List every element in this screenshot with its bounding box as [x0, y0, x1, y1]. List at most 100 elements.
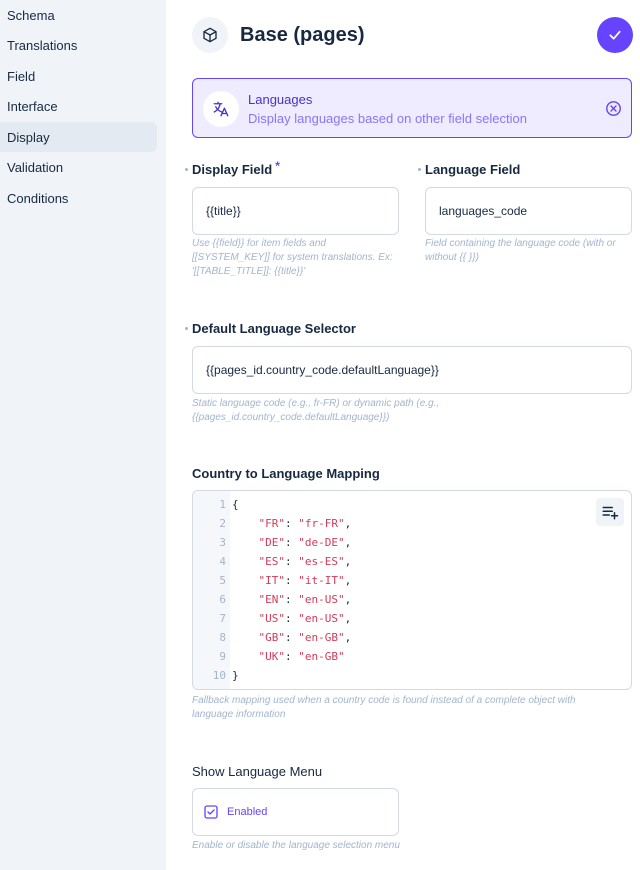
- json-value: "en-US": [298, 593, 345, 606]
- json-comma: ,: [344, 555, 352, 568]
- language-field-label-text: Language Field: [425, 162, 521, 177]
- notice-description: Display languages based on other field s…: [248, 111, 527, 126]
- checkbox-checked-icon: [203, 804, 219, 820]
- display-field-label: Display Field *: [185, 158, 280, 177]
- field-dot: [185, 327, 188, 330]
- checkbox-label: Enabled: [227, 806, 268, 818]
- json-value: "de-DE": [298, 536, 345, 549]
- json-value: "es-ES": [298, 555, 345, 568]
- sidebar-item-schema[interactable]: Schema: [0, 0, 157, 30]
- code-line: 5 "IT": "it-IT",: [193, 571, 631, 590]
- json-value: "fr-FR": [298, 517, 345, 530]
- sidebar-item-interface[interactable]: Interface: [0, 91, 157, 121]
- default-language-input[interactable]: [192, 346, 632, 394]
- sidebar-item-validation[interactable]: Validation: [0, 152, 157, 182]
- display-field-label-text: Display Field: [192, 162, 273, 177]
- language-field-label: Language Field: [418, 162, 521, 177]
- line-code: "ES": "es-ES",: [258, 555, 352, 568]
- sidebar-item-translations[interactable]: Translations: [0, 30, 157, 60]
- cube-icon: [192, 17, 228, 53]
- json-comma: ,: [344, 612, 352, 625]
- sidebar-item-conditions[interactable]: Conditions: [0, 183, 157, 213]
- line-code: "US": "en-US",: [258, 612, 352, 625]
- interface-notice: Languages Display languages based on oth…: [192, 78, 632, 138]
- field-dot: [185, 168, 188, 171]
- line-code: "IT": "it-IT",: [258, 574, 352, 587]
- json-key: "ES": [258, 555, 286, 568]
- check-icon: [607, 27, 623, 43]
- line-code: {: [232, 498, 239, 511]
- display-field-hint: Use {{field}} for item fields and [[SYST…: [192, 238, 393, 277]
- json-value: "en-US": [298, 612, 345, 625]
- line-number: 1: [219, 498, 226, 511]
- sidebar-item-label: Schema: [7, 7, 55, 23]
- code-line: 6 "EN": "en-US",: [193, 590, 631, 609]
- line-number: 5: [219, 574, 226, 587]
- language-field-input[interactable]: [425, 187, 632, 235]
- code-editor[interactable]: 1{2 "FR": "fr-FR", 3 "DE": "de-DE", 4 "ES"…: [192, 490, 632, 690]
- line-number: 8: [219, 631, 226, 644]
- json-key: "FR": [258, 517, 286, 530]
- show-language-menu-checkbox[interactable]: Enabled: [192, 788, 399, 836]
- json-key: "US": [258, 612, 286, 625]
- code-line: 7 "US": "en-US",: [193, 609, 631, 628]
- translate-icon: [203, 91, 239, 127]
- show-language-menu-label: Show Language Menu: [192, 764, 322, 779]
- line-number: 9: [219, 650, 226, 663]
- json-value: "en-GB": [298, 650, 345, 663]
- code-line: 10}: [193, 666, 631, 685]
- json-comma: ,: [344, 536, 352, 549]
- json-key: "DE": [258, 536, 286, 549]
- sidebar-nav: Schema Translations Field Interface Disp…: [0, 0, 166, 870]
- line-code: }: [232, 669, 239, 682]
- json-comma: ,: [344, 517, 352, 530]
- sidebar-item-label: Translations: [7, 37, 78, 53]
- json-value: "it-IT": [298, 574, 345, 587]
- sidebar-item-label: Validation: [7, 159, 64, 175]
- json-comma: ,: [344, 574, 352, 587]
- default-language-label: Default Language Selector: [185, 321, 356, 336]
- sidebar-item-label: Conditions: [7, 190, 69, 206]
- code-line: 2 "FR": "fr-FR",: [193, 514, 631, 533]
- json-key: "GB": [258, 631, 286, 644]
- sidebar-item-label: Interface: [7, 98, 58, 114]
- line-number: 3: [219, 536, 226, 549]
- country-mapping-label-text: Country to Language Mapping: [192, 466, 380, 481]
- show-language-menu-hint: Enable or disable the language selection…: [192, 840, 400, 851]
- sidebar-item-display[interactable]: Display: [0, 122, 157, 152]
- close-icon[interactable]: [604, 99, 622, 117]
- required-mark: *: [275, 158, 280, 173]
- line-code: "FR": "fr-FR",: [258, 517, 352, 530]
- field-dot: [418, 168, 421, 171]
- json-key: "IT": [258, 574, 286, 587]
- sidebar-item-label: Display: [7, 129, 50, 145]
- notice-title: Languages: [248, 92, 313, 107]
- line-code: "DE": "de-DE",: [258, 536, 352, 549]
- show-language-menu-label-text: Show Language Menu: [192, 764, 323, 779]
- code-line: 4 "ES": "es-ES",: [193, 552, 631, 571]
- sidebar-item-field[interactable]: Field: [0, 61, 157, 91]
- code-line: 1{: [193, 495, 631, 514]
- line-code: "GB": "en-GB",: [258, 631, 352, 644]
- country-mapping-label: Country to Language Mapping: [192, 466, 380, 481]
- default-language-hint: Static language code (e.g., fr-FR) or dy…: [192, 398, 440, 423]
- main-content: Base (pages) Languages Display languages…: [166, 0, 640, 870]
- json-key: "UK": [258, 650, 286, 663]
- json-value: "en-GB": [298, 631, 345, 644]
- display-field-input[interactable]: [192, 187, 399, 235]
- line-number: 10: [212, 669, 226, 682]
- code-line: 8 "GB": "en-GB",: [193, 628, 631, 647]
- line-number: 7: [219, 612, 226, 625]
- save-button[interactable]: [597, 17, 633, 53]
- json-comma: ,: [344, 631, 352, 644]
- code-line: 9 "UK": "en-GB": [193, 647, 631, 666]
- line-code: "EN": "en-US",: [258, 593, 352, 606]
- line-number: 4: [219, 555, 226, 568]
- page-title: Base (pages): [240, 24, 365, 46]
- line-code: "UK": "en-GB": [258, 650, 345, 663]
- code-line: 3 "DE": "de-DE",: [193, 533, 631, 552]
- json-comma: ,: [344, 593, 352, 606]
- country-mapping-hint: Fallback mapping used when a country cod…: [192, 695, 576, 720]
- default-language-label-text: Default Language Selector: [192, 321, 356, 336]
- json-key: "EN": [258, 593, 286, 606]
